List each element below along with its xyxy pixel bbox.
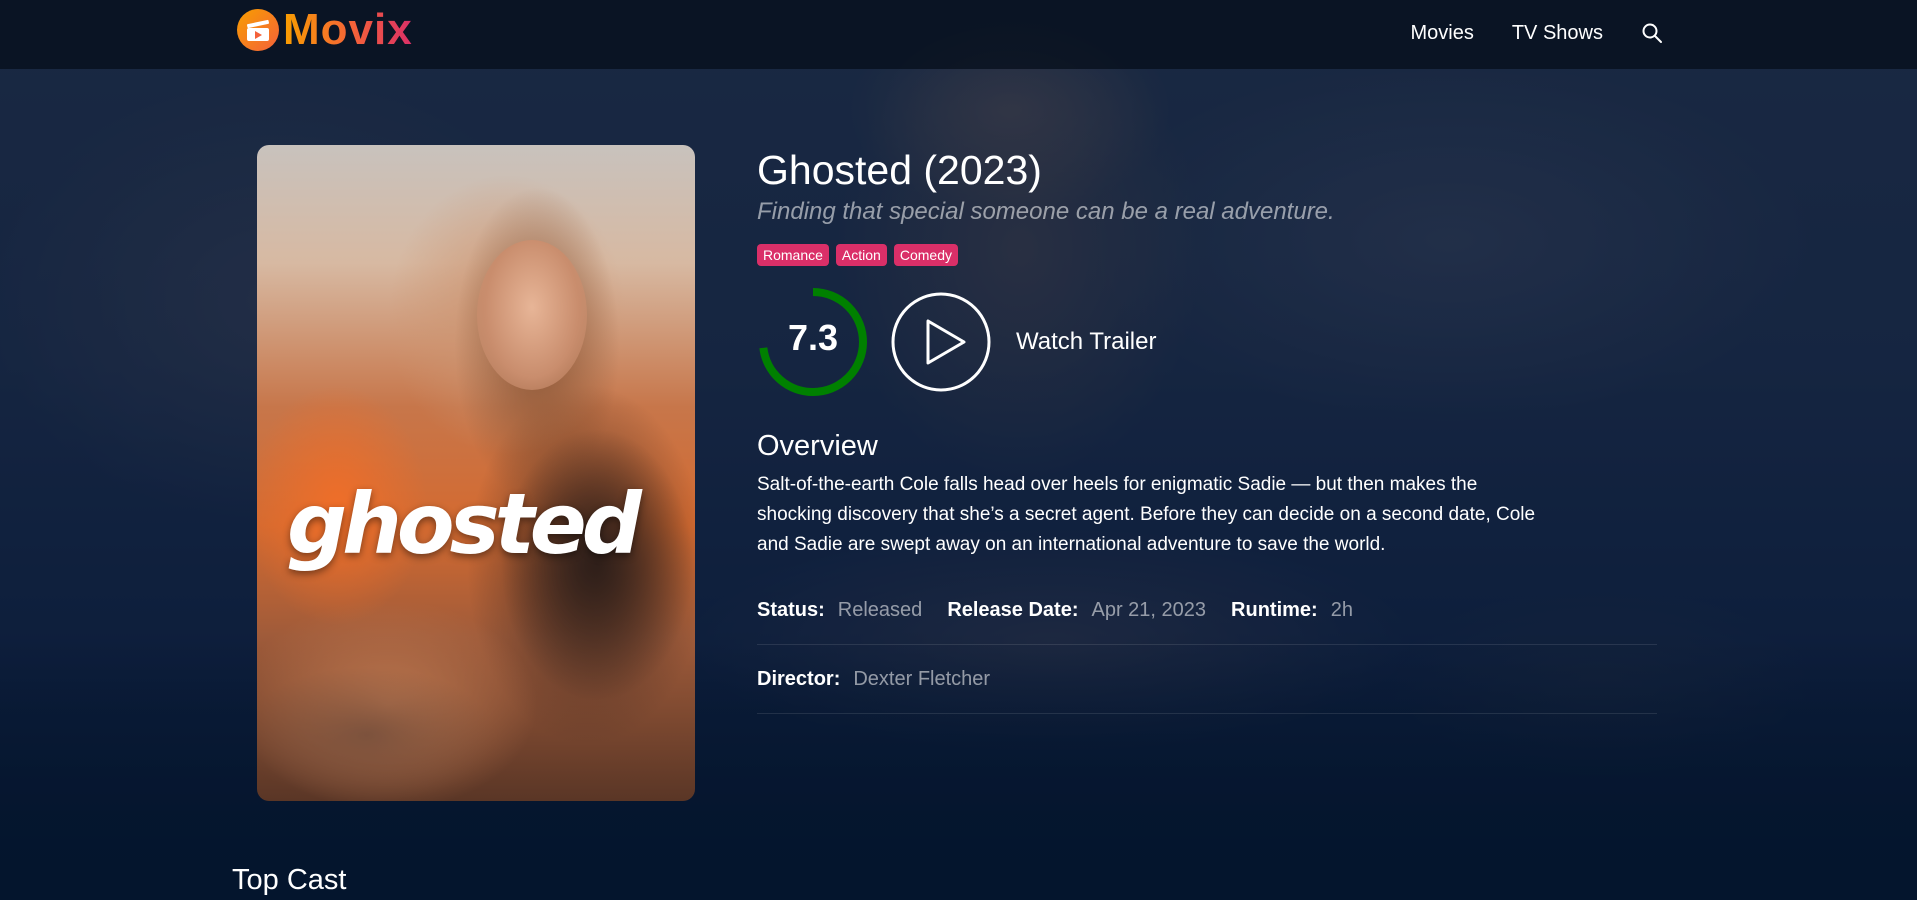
- genre-badge-comedy: Comedy: [893, 244, 958, 266]
- poster-title-text: ghosted: [287, 475, 642, 573]
- movie-details-page: Movix Movies TV Shows ghosted Ghosted (2…: [0, 0, 1917, 900]
- info-runtime: Runtime: 2h: [1231, 599, 1353, 622]
- play-icon[interactable]: [890, 291, 992, 393]
- top-cast-heading: Top Cast: [232, 864, 347, 896]
- movie-title: Ghosted (2023): [757, 147, 1042, 193]
- action-row: 7.3 Watch Trailer: [757, 286, 1657, 398]
- info-release-date: Release Date: Apr 21, 2023: [947, 599, 1206, 622]
- status-label: Status:: [757, 598, 825, 621]
- poster-art-face: [477, 240, 587, 390]
- movie-tagline: Finding that special someone can be a re…: [757, 198, 1335, 225]
- info-status: Status: Released: [757, 599, 922, 622]
- overview-heading: Overview: [757, 430, 878, 462]
- rating-value: 7.3: [787, 317, 839, 358]
- genre-badge-action: Action: [835, 244, 887, 266]
- genre-list: Romance Action Comedy: [757, 244, 1657, 266]
- director-value[interactable]: Dexter Fletcher: [853, 668, 990, 691]
- nav-tv-shows[interactable]: TV Shows: [1512, 22, 1603, 45]
- logo-text: Movix: [283, 5, 413, 54]
- poster-art-man: [257, 645, 557, 801]
- nav-movies[interactable]: Movies: [1410, 22, 1473, 45]
- logo[interactable]: Movix: [237, 5, 413, 54]
- main-nav: Movies TV Shows: [1410, 0, 1663, 66]
- watch-trailer-label: Watch Trailer: [1016, 328, 1157, 355]
- runtime-value: 2h: [1330, 598, 1353, 621]
- director-label: Director:: [757, 667, 841, 690]
- release-date-label: Release Date:: [947, 598, 1079, 621]
- status-value: Released: [837, 598, 923, 621]
- release-date-value: Apr 21, 2023: [1091, 598, 1207, 621]
- rating-circle: 7.3: [757, 286, 869, 398]
- search-icon[interactable]: [1641, 22, 1663, 44]
- movie-details: Ghosted (2023) Finding that special some…: [757, 145, 1657, 714]
- info-row-director: Director: Dexter Fletcher: [757, 645, 1657, 714]
- info-director: Director: Dexter Fletcher: [757, 668, 990, 691]
- runtime-label: Runtime:: [1231, 598, 1318, 621]
- clapperboard-icon: [237, 9, 279, 51]
- genre-badge-romance: Romance: [757, 244, 829, 266]
- info-row-meta: Status: Released Release Date: Apr 21, 2…: [757, 576, 1657, 645]
- header: Movix Movies TV Shows: [0, 0, 1917, 69]
- movie-poster: ghosted: [257, 145, 695, 801]
- overview-text: Salt-of-the-earth Cole falls head over h…: [757, 474, 1536, 555]
- watch-trailer-button[interactable]: Watch Trailer: [890, 291, 1156, 393]
